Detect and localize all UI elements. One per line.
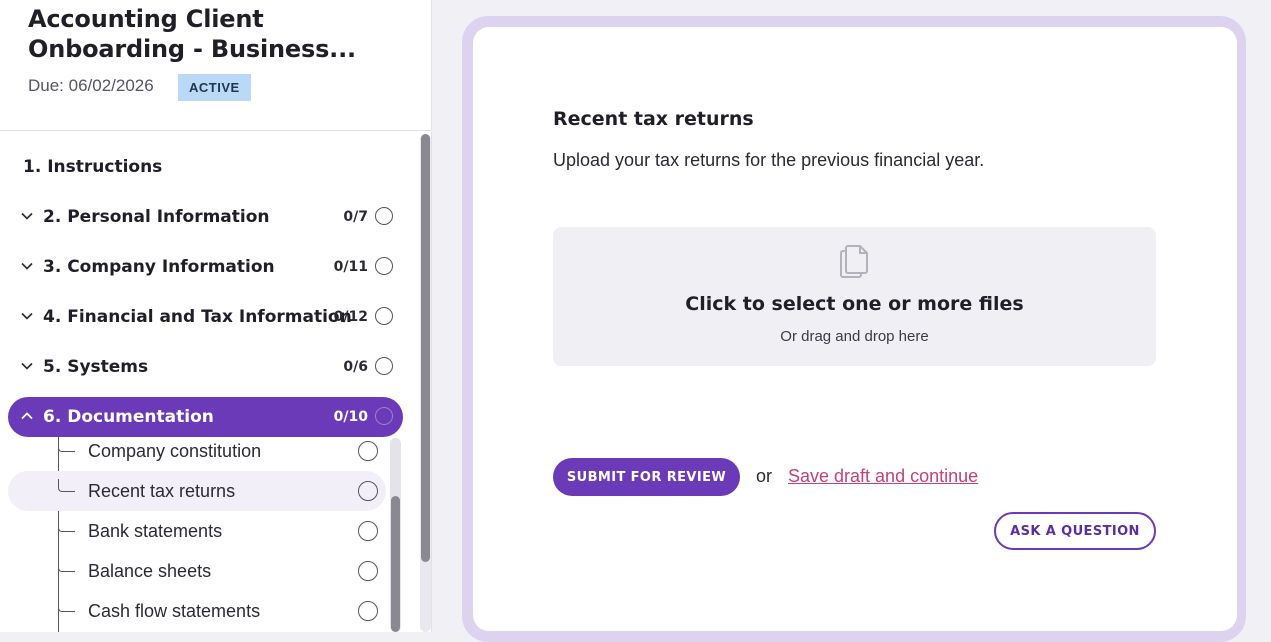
dropzone-main-text: Click to select one or more files <box>685 293 1024 315</box>
question-title: Recent tax returns <box>553 108 754 130</box>
status-badge: ACTIVE <box>178 74 251 101</box>
doc-item-recent-tax-returns[interactable]: Recent tax returns <box>8 471 386 511</box>
section-progress-count: 0/7 <box>343 209 368 225</box>
sidebar-section-systems[interactable]: 5. Systems 0/6 <box>8 347 403 387</box>
sidebar-section-financial-tax-information[interactable]: 4. Financial and Tax Information 0/12 <box>8 297 403 337</box>
progress-circle-icon <box>375 357 393 375</box>
or-separator: or <box>756 466 773 486</box>
section-progress-count: 0/11 <box>333 259 368 275</box>
progress-circle-icon <box>375 207 393 225</box>
tree-branch <box>58 519 75 532</box>
sidebar-item-instructions[interactable]: 1. Instructions <box>8 147 403 187</box>
sidebar-item-label: 1. Instructions <box>23 157 163 177</box>
sidebar-scrollbar[interactable] <box>420 134 431 632</box>
chevron-down-icon <box>21 362 33 370</box>
sidebar-section-company-information[interactable]: 3. Company Information 0/11 <box>8 247 403 287</box>
chevron-down-icon <box>21 262 33 270</box>
subsection-scrollbar-thumb[interactable] <box>391 496 400 632</box>
progress-circle-icon <box>358 601 378 621</box>
tree-branch <box>58 559 75 572</box>
doc-item-cash-flow-statements[interactable]: Cash flow statements <box>8 591 386 631</box>
sidebar-section-label: 3. Company Information <box>43 257 275 277</box>
tree-branch <box>58 599 75 612</box>
submit-for-review-button[interactable]: SUBMIT FOR REVIEW <box>553 458 740 496</box>
progress-circle-icon <box>358 521 378 541</box>
doc-item-company-constitution[interactable]: Company constitution <box>8 431 386 471</box>
question-description: Upload your tax returns for the previous… <box>553 150 985 170</box>
tree-branch <box>58 439 75 452</box>
doc-item-label: Recent tax returns <box>88 481 236 501</box>
doc-item-label: Company constitution <box>88 441 262 461</box>
page-title: Accounting Client Onboarding - Business.… <box>28 5 356 63</box>
tree-branch <box>58 479 75 492</box>
section-progress-count: 0/6 <box>343 359 368 375</box>
sidebar-section-personal-information[interactable]: 2. Personal Information 0/7 <box>8 197 403 237</box>
progress-circle-icon <box>358 481 378 501</box>
sidebar: Accounting Client Onboarding - Business.… <box>0 0 432 632</box>
save-draft-link[interactable]: Save draft and continue <box>788 466 978 487</box>
sidebar-scrollbar-thumb[interactable] <box>421 134 430 562</box>
due-date: Due: 06/02/2026 <box>28 76 154 95</box>
doc-item-balance-sheets[interactable]: Balance sheets <box>8 551 386 591</box>
progress-circle-icon <box>358 561 378 581</box>
chevron-up-icon <box>21 412 33 420</box>
sidebar-section-label: 2. Personal Information <box>43 207 270 227</box>
chevron-down-icon <box>21 212 33 220</box>
section-progress-count: 0/12 <box>333 309 368 325</box>
subsection-scrollbar[interactable] <box>390 438 401 632</box>
dropzone-sub-text: Or drag and drop here <box>780 328 929 345</box>
progress-circle-icon <box>358 441 378 461</box>
progress-circle-icon <box>375 257 393 275</box>
doc-item-label: Balance sheets <box>88 561 212 581</box>
copy-files-icon <box>840 245 868 278</box>
progress-circle-icon <box>375 407 393 425</box>
sidebar-header: Accounting Client Onboarding - Business.… <box>0 0 431 131</box>
ask-question-button[interactable]: ASK A QUESTION <box>994 512 1156 550</box>
doc-item-label: Bank statements <box>88 521 223 541</box>
doc-item-bank-statements[interactable]: Bank statements <box>8 511 386 551</box>
sidebar-section-label: 5. Systems <box>43 357 149 377</box>
sidebar-section-label: 4. Financial and Tax Information <box>43 307 352 327</box>
chevron-down-icon <box>21 312 33 320</box>
progress-circle-icon <box>375 307 393 325</box>
doc-item-label: Cash flow statements <box>88 601 261 621</box>
file-upload-dropzone[interactable]: Click to select one or more files Or dra… <box>553 227 1156 366</box>
